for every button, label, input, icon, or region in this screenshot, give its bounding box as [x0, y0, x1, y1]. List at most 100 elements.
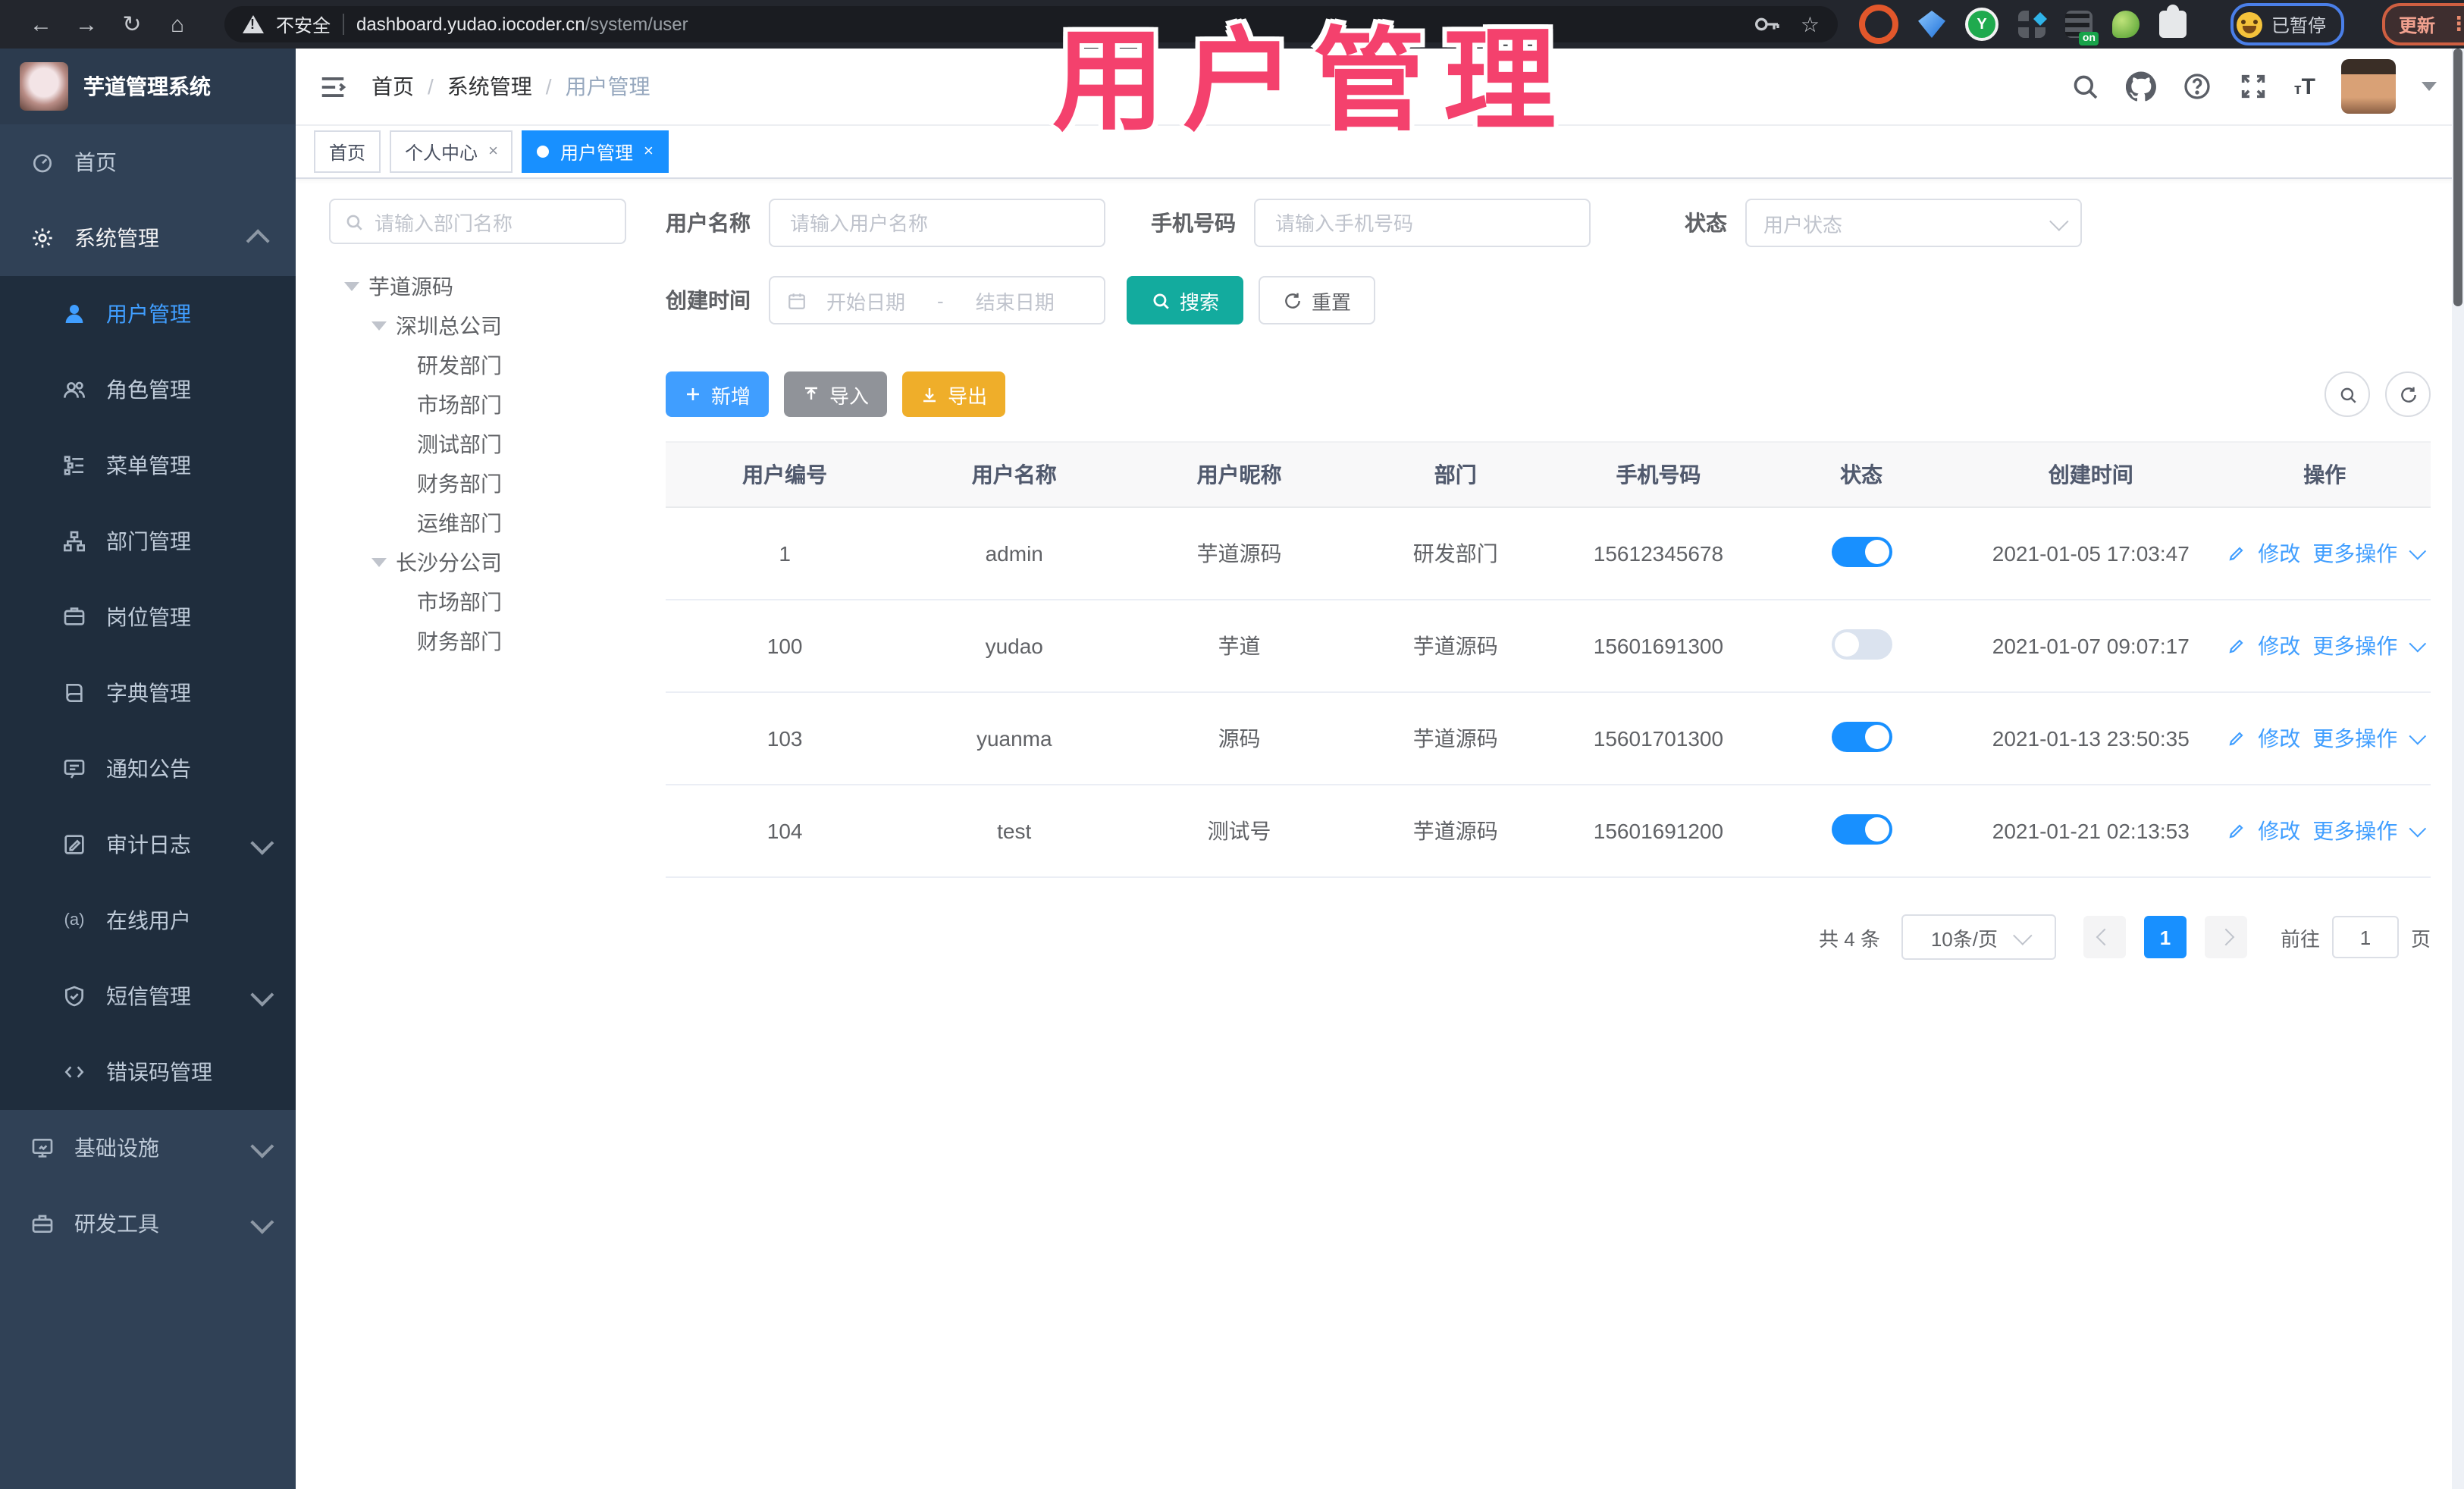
mobile-input[interactable] — [1272, 210, 1572, 236]
address-bar[interactable]: 不安全 dashboard.yudao.iocoder.cn/system/us… — [224, 6, 1838, 42]
hamburger-icon[interactable] — [318, 72, 347, 101]
sidebar-item-infrastructure[interactable]: 基础设施 — [0, 1110, 296, 1186]
caret-down-icon[interactable] — [2409, 727, 2427, 745]
tree-node[interactable]: 财务部门 — [329, 622, 626, 661]
caret-down-icon[interactable] — [2409, 635, 2427, 653]
app-logo[interactable]: 芋道管理系统 — [0, 49, 296, 124]
more-actions-link[interactable]: 更多操作 — [2312, 723, 2397, 754]
reload-icon[interactable]: ↻ — [109, 6, 155, 42]
update-button[interactable]: 更新 ⋮ — [2382, 3, 2464, 45]
goto-page-input[interactable] — [2331, 916, 2399, 958]
status-toggle[interactable] — [1831, 813, 1892, 844]
edit-link[interactable]: 修改 — [2258, 816, 2300, 846]
not-secure-label[interactable]: 不安全 — [276, 11, 331, 37]
toggle-search-button[interactable] — [2324, 371, 2370, 417]
sidebar-item-user-management[interactable]: 用户管理 — [0, 276, 296, 352]
sidebar-item-system-management[interactable]: 系统管理 — [0, 200, 296, 276]
sidebar-item-online-users[interactable]: (a) 在线用户 — [0, 882, 296, 958]
tree-node[interactable]: 长沙分公司 — [329, 543, 626, 582]
toolbox-icon — [32, 1215, 53, 1233]
calendar-icon — [788, 293, 805, 309]
sidebar-item-sms-management[interactable]: 短信管理 — [0, 958, 296, 1034]
tab-user-management[interactable]: 用户管理 × — [522, 130, 669, 173]
edit-link[interactable]: 修改 — [2258, 631, 2300, 661]
close-icon[interactable]: × — [488, 143, 498, 161]
search-button[interactable]: 搜索 — [1127, 276, 1244, 324]
refresh-table-button[interactable] — [2385, 371, 2431, 417]
help-icon[interactable] — [2182, 71, 2212, 102]
sidebar-item-menu-management[interactable]: 菜单管理 — [0, 428, 296, 503]
more-actions-link[interactable]: 更多操作 — [2312, 631, 2397, 661]
search-icon[interactable] — [2070, 71, 2100, 102]
breadcrumb-system[interactable]: 系统管理 — [447, 71, 532, 102]
tree-node[interactable]: 市场部门 — [329, 385, 626, 425]
username-input[interactable] — [787, 210, 1087, 236]
export-button[interactable]: 导出 — [902, 371, 1006, 417]
extension-leaf-icon[interactable] — [2112, 11, 2140, 38]
tree-node[interactable]: 测试部门 — [329, 425, 626, 464]
sidebar-item-post-management[interactable]: 岗位管理 — [0, 579, 296, 655]
forward-icon[interactable]: → — [64, 6, 109, 42]
status-toggle[interactable] — [1831, 536, 1892, 566]
tree-node[interactable]: 财务部门 — [329, 464, 626, 503]
sidebar-item-error-code[interactable]: 错误码管理 — [0, 1034, 296, 1110]
prev-page-button[interactable] — [2083, 916, 2126, 958]
scrollbar-thumb[interactable] — [2453, 49, 2462, 306]
sidebar-item-home[interactable]: 首页 — [0, 124, 296, 200]
profile-chip[interactable]: 已暂停 — [2230, 3, 2345, 45]
extension-grid-icon[interactable] — [2018, 11, 2045, 38]
tree-node[interactable]: 深圳总公司 — [329, 306, 626, 346]
more-actions-link[interactable]: 更多操作 — [2312, 538, 2397, 569]
tab-home[interactable]: 首页 — [314, 130, 381, 173]
breadcrumb-home[interactable]: 首页 — [371, 71, 414, 102]
tree-node[interactable]: 芋道源码 — [329, 267, 626, 306]
import-button[interactable]: 导入 — [784, 371, 888, 417]
bookmark-star-icon[interactable]: ☆ — [1801, 11, 1820, 37]
date-range-picker[interactable]: 开始日期 - 结束日期 — [769, 276, 1105, 324]
page-scrollbar[interactable] — [2452, 49, 2464, 1489]
tree-node[interactable]: 运维部门 — [329, 503, 626, 543]
key-icon[interactable] — [1752, 9, 1782, 39]
edit-link[interactable]: 修改 — [2258, 538, 2300, 569]
sidebar-item-audit-log[interactable]: 审计日志 — [0, 807, 296, 882]
tree-node[interactable]: 研发部门 — [329, 346, 626, 385]
caret-down-icon[interactable] — [371, 321, 387, 331]
sidebar-item-role-management[interactable]: 角色管理 — [0, 352, 296, 428]
avatar[interactable] — [2341, 59, 2396, 114]
dept-search-input[interactable]: 请输入部门名称 — [329, 199, 626, 244]
status-toggle[interactable] — [1831, 721, 1892, 751]
extensions-puzzle-icon[interactable] — [2159, 5, 2187, 38]
caret-down-icon[interactable] — [2409, 820, 2427, 838]
sidebar-item-notice[interactable]: 通知公告 — [0, 731, 296, 807]
add-button[interactable]: 新增 — [666, 371, 770, 417]
status-toggle[interactable] — [1831, 629, 1892, 659]
caret-down-icon[interactable] — [2422, 82, 2437, 91]
tab-profile[interactable]: 个人中心 × — [390, 130, 513, 173]
reset-button[interactable]: 重置 — [1259, 276, 1376, 324]
tree-node[interactable]: 市场部门 — [329, 582, 626, 622]
next-page-button[interactable] — [2204, 916, 2247, 958]
github-icon[interactable] — [2125, 71, 2156, 102]
caret-down-icon[interactable] — [2409, 542, 2427, 560]
home-icon[interactable]: ⌂ — [155, 6, 200, 42]
caret-down-icon[interactable] — [344, 282, 359, 291]
close-icon[interactable]: × — [644, 143, 654, 161]
extension-orange-icon[interactable] — [1859, 5, 1898, 44]
font-size-icon[interactable]: тT — [2294, 74, 2315, 99]
more-actions-link[interactable]: 更多操作 — [2312, 816, 2397, 846]
sidebar-item-dict-management[interactable]: 字典管理 — [0, 655, 296, 731]
extension-list-on-icon[interactable] — [2065, 11, 2099, 45]
extension-green-icon[interactable]: Y — [1965, 8, 1998, 41]
page-size-select[interactable]: 10条/页 — [1901, 914, 2056, 960]
back-icon[interactable]: ← — [18, 6, 64, 42]
browser-menu-icon[interactable]: ⋮ — [2449, 12, 2464, 36]
end-date-placeholder: 结束日期 — [975, 290, 1055, 313]
status-select[interactable]: 用户状态 — [1745, 199, 2082, 247]
sidebar-item-dev-tools[interactable]: 研发工具 — [0, 1186, 296, 1262]
page-1-button[interactable]: 1 — [2143, 916, 2187, 958]
caret-down-icon[interactable] — [371, 558, 387, 567]
sidebar-item-dept-management[interactable]: 部门管理 — [0, 503, 296, 579]
extension-gem-icon[interactable] — [1918, 11, 1945, 38]
fullscreen-icon[interactable] — [2238, 71, 2268, 102]
edit-link[interactable]: 修改 — [2258, 723, 2300, 754]
